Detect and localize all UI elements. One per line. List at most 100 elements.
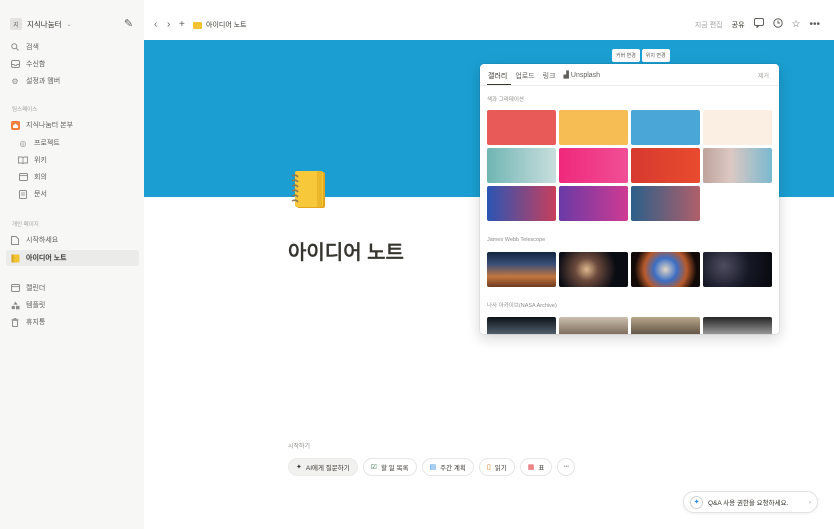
sidebar-item-search[interactable]: 검색 (10, 40, 138, 54)
cover-photo[interactable] (487, 317, 556, 334)
cover-swatch[interactable] (487, 186, 556, 221)
template-chips: ✦ AI에게 질문하기 ☑ 할 일 목록 ▤ 주간 계획 ▯ 읽기 ▦ 표 ••• (288, 458, 576, 476)
sidebar-item-calendar[interactable]: 캘린더 (10, 281, 138, 295)
sidebar-item-label: 아이디어 노트 (26, 255, 67, 262)
cover-photo[interactable] (487, 252, 556, 287)
cover-swatch[interactable] (631, 148, 700, 183)
sidebar-item-settings[interactable]: ⚙ 설정과 멤버 (10, 74, 138, 88)
cover-photo[interactable] (559, 252, 628, 287)
template-chip[interactable]: ▦ 표 (519, 458, 553, 476)
remove-cover-button[interactable]: 제거 (758, 71, 769, 80)
sidebar-item-docs[interactable]: 문서 (18, 187, 138, 201)
cover-swatch[interactable] (487, 148, 556, 183)
trash-icon (10, 317, 20, 327)
comment-icon[interactable] (753, 18, 764, 31)
chevron-down-icon: ⌄ (66, 21, 72, 28)
calendar-icon (18, 173, 28, 181)
tab-link[interactable]: 링크 (543, 71, 556, 81)
sidebar-item-meetings[interactable]: 회의 (18, 170, 138, 184)
table-icon: ▦ (527, 464, 535, 471)
template-chip-label: 주간 계획 (440, 465, 466, 472)
template-chip[interactable]: ▯ 읽기 (478, 458, 515, 476)
template-chip[interactable]: ☑ 할 일 목록 (362, 458, 417, 476)
section-webb-label: James Webb Telescope (487, 237, 546, 243)
cover-photo[interactable] (703, 252, 772, 287)
share-button[interactable]: 공유 (732, 20, 745, 30)
divider (480, 85, 779, 86)
cover-swatch[interactable] (631, 110, 700, 145)
change-cover-button[interactable]: 커버 변경 (612, 49, 640, 62)
workspace-switcher[interactable]: 지 지식나눔터 ⌄ (10, 18, 72, 30)
tab-gallery[interactable]: 갤러리 (488, 71, 507, 81)
cover-swatch[interactable] (559, 186, 628, 221)
ai-sparkle-icon: ✦ (296, 464, 302, 471)
teamspace-section-label: 팀스페이스 (12, 107, 38, 113)
sidebar-item-label: 캘린더 (26, 285, 46, 292)
cover-swatch[interactable] (559, 110, 628, 145)
page-title[interactable]: 아이디어 노트 (288, 236, 404, 265)
back-arrow-icon[interactable]: ‹ (154, 19, 157, 30)
home-icon (10, 120, 20, 130)
topbar-actions: 지금 편집 공유 ☆ ••• (695, 18, 820, 31)
template-chip-label: 표 (538, 465, 545, 472)
calendar-icon (10, 284, 20, 292)
more-icon[interactable]: ••• (809, 19, 820, 30)
unsplash-icon: ▟ (563, 72, 569, 79)
sidebar-item-label: 설정과 멤버 (26, 78, 61, 85)
cover-photo[interactable] (559, 317, 628, 334)
tab-unsplash[interactable]: ▟ Unsplash (564, 71, 601, 81)
cover-swatch[interactable] (487, 110, 556, 145)
sidebar-item-trash[interactable]: 휴지통 (10, 315, 138, 329)
sidebar-item-label: 검색 (26, 44, 39, 51)
sidebar-item-templates[interactable]: 템플릿 (10, 298, 138, 312)
section-colors-label: 색과 그라데이션 (487, 97, 524, 103)
sidebar-item-wiki[interactable]: 위키 (18, 153, 138, 167)
shapes-icon (10, 301, 20, 310)
sidebar-item-label: 휴지통 (26, 319, 46, 326)
sidebar-item-inbox[interactable]: 수신함 (10, 57, 138, 71)
sidebar-item-getting-started[interactable]: 시작하세요 (10, 233, 138, 247)
template-chip-label: 할 일 목록 (380, 465, 409, 472)
star-icon[interactable]: ☆ (792, 19, 801, 30)
page-icon (10, 235, 20, 245)
topbar: ‹ › + 아이디어 노트 지금 편집 공유 ☆ ••• (144, 0, 834, 40)
breadcrumb-page: 아이디어 노트 (206, 22, 247, 29)
inbox-icon (10, 60, 20, 68)
tab-upload[interactable]: 업로드 (515, 71, 534, 81)
plus-icon[interactable]: + (179, 19, 185, 30)
template-chip[interactable]: ✦ AI에게 질문하기 (288, 458, 358, 476)
breadcrumb[interactable]: 아이디어 노트 (193, 20, 247, 30)
ai-sparkle-icon: ✦ (690, 495, 703, 509)
history-icon[interactable] (772, 18, 783, 31)
notebook-icon[interactable] (289, 170, 327, 210)
cover-photo[interactable] (631, 317, 700, 334)
section-nasa-label: 나사 아카이브(NASA Archive) (487, 303, 557, 309)
cover-swatch[interactable] (631, 186, 700, 221)
sidebar-item-idea-notes[interactable]: 아이디어 노트 (10, 251, 138, 265)
getting-started-label: 시작하기 (288, 444, 311, 450)
cover-photo[interactable] (631, 252, 700, 287)
cover-swatch[interactable] (703, 110, 772, 145)
cover-swatch[interactable] (703, 148, 772, 183)
search-icon (10, 43, 20, 51)
workspace-avatar: 지 (10, 18, 22, 30)
cover-controls: 커버 변경 위치 변경 (612, 49, 670, 62)
cover-swatch[interactable] (559, 148, 628, 183)
private-section-label: 개인 페이지 (12, 222, 39, 228)
sidebar-item-label: 위키 (34, 157, 47, 164)
sidebar-item-projects[interactable]: ◎ 프로젝트 (18, 136, 138, 150)
template-chip[interactable]: ▤ 주간 계획 (421, 458, 474, 476)
cover-photo[interactable] (703, 317, 772, 334)
qa-request-button[interactable]: ✦ Q&A 사용 권한을 요청하세요. › (683, 491, 818, 513)
calendar-icon: ▤ (429, 464, 437, 471)
tab-unsplash-label: Unsplash (570, 72, 601, 79)
reposition-cover-button[interactable]: 위치 변경 (641, 49, 670, 62)
more-templates-button[interactable]: ••• (557, 458, 576, 476)
document-icon (18, 189, 28, 199)
sidebar-item-teamspace[interactable]: 지식나눔터 본부 (10, 118, 138, 132)
notebook-icon (193, 21, 202, 29)
template-chip-label: 읽기 (494, 465, 507, 472)
new-page-icon[interactable]: ✎ (124, 17, 133, 30)
forward-arrow-icon[interactable]: › (167, 19, 170, 30)
book-icon: ▯ (486, 464, 491, 471)
